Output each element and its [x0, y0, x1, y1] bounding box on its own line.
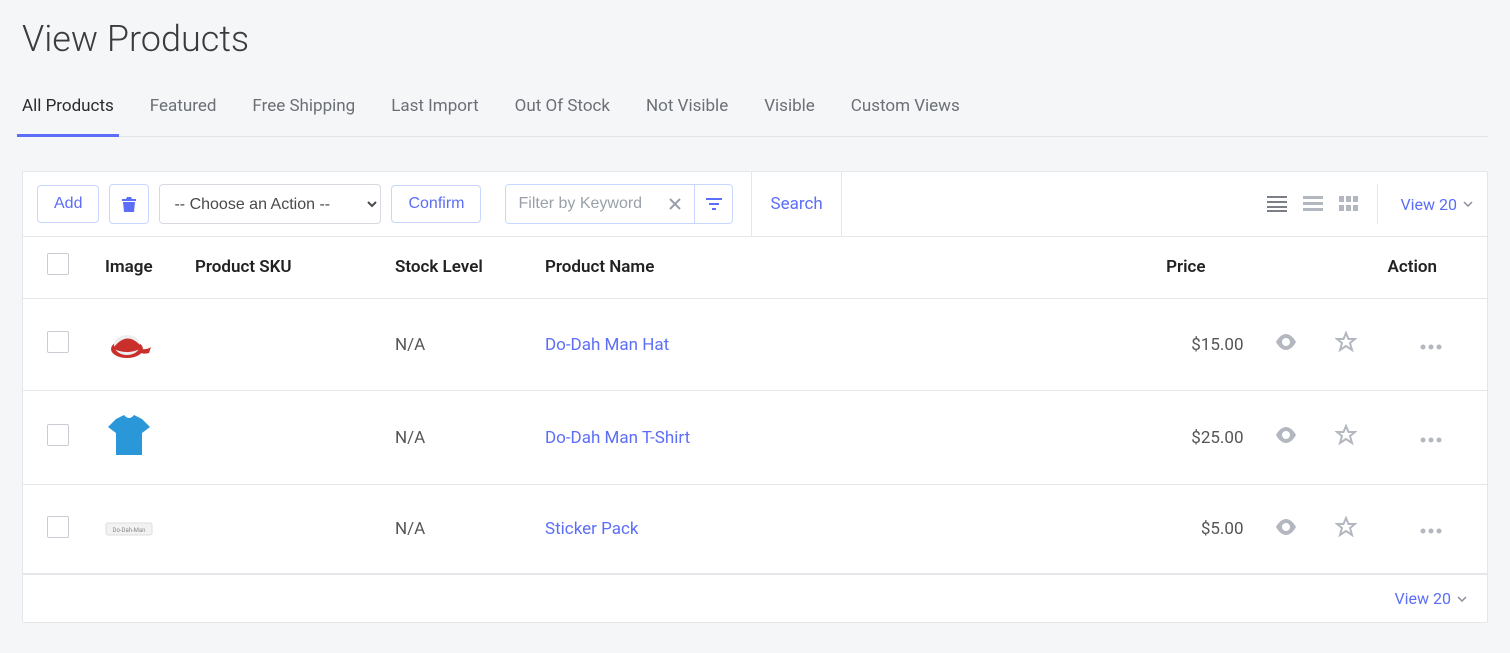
eye-icon	[1275, 334, 1297, 350]
star-icon	[1335, 424, 1357, 446]
favorite-toggle[interactable]	[1335, 331, 1357, 353]
column-header-sku: Product SKU	[183, 237, 383, 299]
row-actions-menu[interactable]	[1419, 528, 1443, 534]
column-header-image: Image	[93, 237, 183, 299]
row-checkbox[interactable]	[47, 516, 69, 538]
filter-input[interactable]	[506, 185, 656, 223]
cell-sku	[183, 485, 383, 574]
tab-not-visible[interactable]: Not Visible	[646, 84, 728, 136]
action-select[interactable]: -- Choose an Action --	[159, 184, 381, 224]
column-header-stock: Stock Level	[383, 237, 533, 299]
view-mode-switcher	[1267, 184, 1378, 224]
divider	[841, 172, 842, 236]
select-all-checkbox[interactable]	[47, 253, 69, 275]
toolbar: Add -- Choose an Action -- Confirm	[23, 172, 1487, 237]
tab-custom-views[interactable]: Custom Views	[851, 84, 960, 136]
visibility-toggle[interactable]	[1275, 334, 1297, 350]
cell-price: $25.00	[1136, 391, 1256, 485]
view-count-label: View 20	[1394, 589, 1451, 608]
page-title: View Products	[22, 18, 1488, 60]
add-button[interactable]: Add	[37, 185, 99, 223]
star-icon	[1335, 331, 1357, 353]
view-list-dense-button[interactable]	[1267, 196, 1287, 212]
cell-stock: N/A	[383, 391, 533, 485]
row-actions-menu[interactable]	[1419, 344, 1443, 350]
tabs: All Products Featured Free Shipping Last Im…	[22, 84, 1488, 137]
more-icon	[1419, 437, 1443, 443]
delete-button[interactable]	[109, 184, 149, 224]
tab-visible[interactable]: Visible	[764, 84, 815, 136]
trash-icon	[121, 195, 137, 213]
cell-sku	[183, 391, 383, 485]
eye-icon	[1275, 519, 1297, 535]
table-footer: View 20	[23, 574, 1487, 622]
view-list-button[interactable]	[1303, 196, 1323, 212]
filter-options-button[interactable]	[694, 185, 732, 223]
filter-group	[505, 184, 733, 224]
favorite-toggle[interactable]	[1335, 516, 1357, 538]
row-checkbox[interactable]	[47, 424, 69, 446]
more-icon	[1419, 344, 1443, 350]
cell-stock: N/A	[383, 299, 533, 391]
star-icon	[1335, 516, 1357, 538]
filter-clear-button[interactable]	[656, 185, 694, 223]
visibility-toggle[interactable]	[1275, 519, 1297, 535]
cell-stock: N/A	[383, 485, 533, 574]
product-name-link[interactable]: Do-Dah Man Hat	[545, 335, 669, 355]
visibility-toggle[interactable]	[1275, 427, 1297, 443]
table-row: N/A Do-Dah Man Hat $15.00	[23, 299, 1487, 391]
svg-text:Do-Dah-Man: Do-Dah-Man	[113, 527, 146, 534]
favorite-toggle[interactable]	[1335, 424, 1357, 446]
product-thumbnail	[105, 415, 153, 455]
product-thumbnail	[105, 323, 153, 363]
eye-icon	[1275, 427, 1297, 443]
column-header-price: Price	[1136, 237, 1256, 299]
divider	[751, 172, 752, 236]
column-header-action: Action	[1376, 237, 1487, 299]
list-dense-icon	[1267, 196, 1287, 212]
product-name-link[interactable]: Do-Dah Man T-Shirt	[545, 428, 690, 448]
row-checkbox[interactable]	[47, 331, 69, 353]
list-icon	[1303, 196, 1323, 212]
product-thumbnail: Do-Dah-Man	[105, 509, 153, 549]
cell-price: $15.00	[1136, 299, 1256, 391]
confirm-button[interactable]: Confirm	[391, 185, 481, 223]
table-row: Do-Dah-Man N/A Sticker Pack $5.00	[23, 485, 1487, 574]
products-panel: Add -- Choose an Action -- Confirm	[22, 171, 1488, 623]
more-icon	[1419, 528, 1443, 534]
grid-icon	[1339, 196, 1359, 212]
search-link[interactable]: Search	[770, 194, 822, 214]
row-actions-menu[interactable]	[1419, 437, 1443, 443]
product-name-link[interactable]: Sticker Pack	[545, 519, 639, 539]
view-count-label: View 20	[1400, 195, 1457, 214]
tab-all-products[interactable]: All Products	[22, 84, 114, 136]
cell-sku	[183, 299, 383, 391]
tab-featured[interactable]: Featured	[150, 84, 217, 136]
close-icon	[669, 198, 681, 210]
table-row: N/A Do-Dah Man T-Shirt $25.00	[23, 391, 1487, 485]
view-count-dropdown-footer[interactable]: View 20	[1394, 589, 1467, 608]
chevron-down-icon	[1457, 596, 1467, 602]
tab-out-of-stock[interactable]: Out Of Stock	[515, 84, 610, 136]
view-grid-button[interactable]	[1339, 196, 1359, 212]
products-table: Image Product SKU Stock Level Product Na…	[23, 237, 1487, 574]
view-count-dropdown[interactable]: View 20	[1400, 195, 1473, 214]
column-header-name: Product Name	[533, 237, 1136, 299]
chevron-down-icon	[1463, 201, 1473, 207]
filter-icon	[705, 197, 723, 211]
tab-free-shipping[interactable]: Free Shipping	[252, 84, 355, 136]
cell-price: $5.00	[1136, 485, 1256, 574]
tab-last-import[interactable]: Last Import	[391, 84, 478, 136]
